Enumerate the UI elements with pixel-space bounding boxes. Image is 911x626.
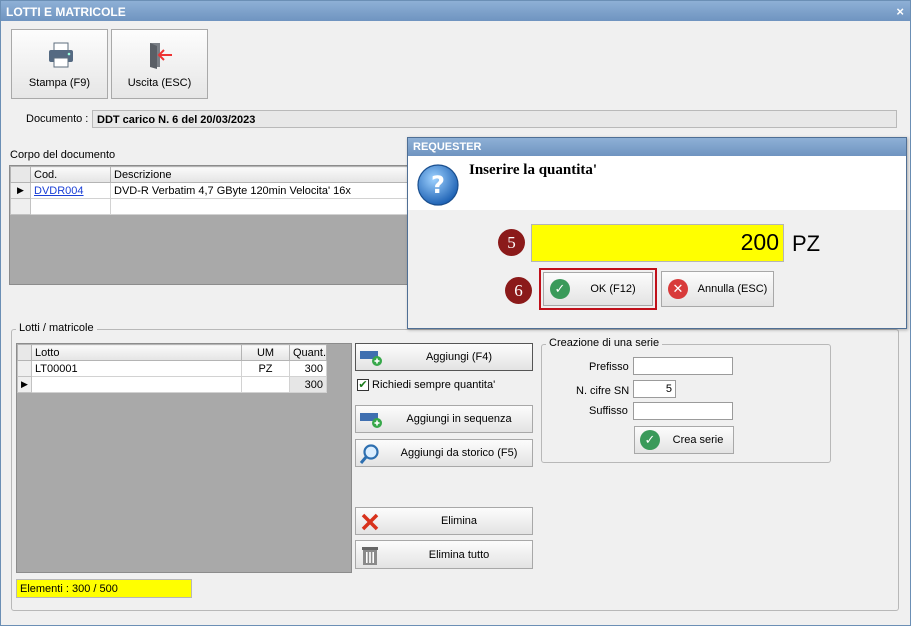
column-header-qty[interactable]: Quant.: [289, 344, 327, 361]
step-badge-5: 5: [498, 229, 525, 256]
exit-button-label: Uscita (ESC): [127, 77, 192, 89]
exit-door-icon: [150, 43, 172, 69]
create-series-button[interactable]: ✓ Crea serie: [634, 426, 734, 454]
document-body-grid: Cod. Descrizione ▶ DVDR004 DVD-R Verbati…: [9, 165, 409, 285]
lots-grid: Lotto UM Quant. LT00001 PZ 300 ▶ 300: [16, 343, 352, 573]
document-field: DDT carico N. 6 del 20/03/2023: [92, 110, 897, 128]
lot-qty: 300: [289, 360, 327, 377]
cancel-button[interactable]: ✕ Annulla (ESC): [661, 271, 774, 307]
add-button[interactable]: Aggiungi (F4): [355, 343, 533, 371]
table-row-empty[interactable]: [10, 198, 409, 215]
requester-dialog: REQUESTER ? Inserire la quantita' 5 200 …: [407, 137, 907, 329]
add-sequence-button[interactable]: Aggiungi in sequenza: [355, 405, 533, 433]
column-header-description[interactable]: Descrizione: [110, 166, 409, 183]
digits-label: N. cifre SN: [576, 385, 630, 397]
print-button-label: Stampa (F9): [28, 77, 91, 89]
svg-text:?: ?: [431, 171, 445, 199]
ok-button[interactable]: ✓ OK (F12): [543, 272, 653, 306]
row-indicator-icon: ▶: [17, 376, 32, 393]
lot-code: LT00001: [31, 360, 242, 377]
window-title: LOTTI E MATRICOLE: [6, 5, 126, 19]
trash-icon: [362, 547, 378, 565]
add-record-icon: [360, 413, 382, 428]
table-row-total[interactable]: ▶ 300: [17, 376, 327, 393]
elements-count: Elementi : 300 / 500: [16, 579, 192, 598]
magnifier-icon: [359, 444, 379, 464]
document-label: Documento :: [26, 113, 89, 125]
always-ask-qty-checkbox[interactable]: ✔: [357, 379, 369, 391]
delete-all-button[interactable]: Elimina tutto: [355, 540, 533, 569]
requester-message: Inserire la quantita': [469, 162, 598, 178]
requester-message-area: ? Inserire la quantita': [408, 156, 906, 210]
table-row[interactable]: LT00001 PZ 300: [17, 360, 327, 377]
cancel-x-icon: ✕: [668, 279, 688, 299]
add-history-button[interactable]: Aggiungi da storico (F5): [355, 439, 533, 467]
prefix-input[interactable]: [633, 357, 733, 375]
requester-titlebar[interactable]: REQUESTER: [408, 138, 906, 156]
always-ask-qty-label: Richiedi sempre quantita': [372, 379, 496, 391]
question-icon: ?: [417, 164, 459, 206]
printer-icon: [49, 42, 73, 68]
delete-button[interactable]: Elimina: [355, 507, 533, 535]
product-description: DVD-R Verbatim 4,7 GByte 120min Velocita…: [110, 182, 409, 199]
lots-section-label: Lotti / matricole: [16, 322, 97, 334]
digits-input[interactable]: [633, 380, 676, 398]
column-header-code[interactable]: Cod.: [30, 166, 111, 183]
prefix-label: Prefisso: [589, 361, 629, 373]
series-section-label: Creazione di una serie: [546, 337, 663, 349]
product-code-link[interactable]: DVDR004: [30, 182, 111, 199]
column-header-um[interactable]: UM: [241, 344, 290, 361]
quantity-input[interactable]: 200: [531, 224, 784, 262]
table-row[interactable]: ▶ DVDR004 DVD-R Verbatim 4,7 GByte 120mi…: [10, 182, 409, 199]
window-titlebar[interactable]: LOTTI E MATRICOLE ×: [1, 1, 910, 21]
add-record-icon: [360, 351, 382, 366]
check-icon: ✓: [640, 430, 660, 450]
column-header-lot[interactable]: Lotto: [31, 344, 242, 361]
row-indicator-icon: ▶: [10, 182, 31, 199]
exit-button[interactable]: Uscita (ESC): [111, 29, 208, 99]
body-section-label: Corpo del documento: [10, 149, 116, 161]
delete-x-icon: [361, 513, 379, 531]
suffix-label: Suffisso: [589, 405, 628, 417]
print-button[interactable]: Stampa (F9): [11, 29, 108, 99]
lot-um: PZ: [241, 360, 290, 377]
suffix-input[interactable]: [633, 402, 733, 420]
quantity-unit: PZ: [792, 231, 821, 256]
check-icon: ✓: [550, 279, 570, 299]
lots-total-qty: 300: [289, 376, 327, 393]
step-badge-6: 6: [505, 277, 532, 304]
close-icon[interactable]: ×: [896, 4, 904, 19]
